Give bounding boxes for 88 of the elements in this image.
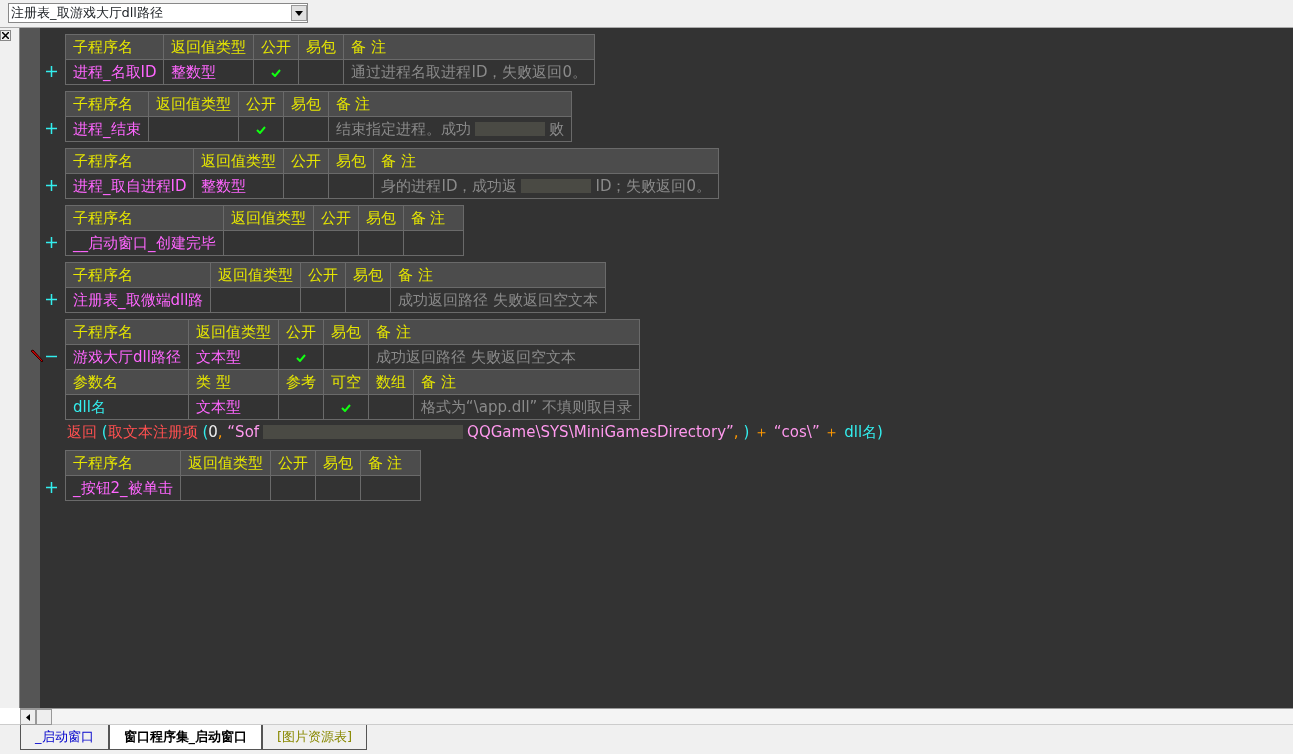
string-literal: QQGame\SYS\MiniGamesDirectory” [467,421,734,443]
column-header: 公开 [313,205,358,231]
operator: ＋ [753,421,771,443]
column-header: 备 注 [344,34,595,60]
subprogram-name: 注册表_取微端dll路 [65,287,211,313]
editor-tab[interactable]: 窗口程序集_启动窗口 [108,725,262,750]
remark-text: 通过进程名取进程ID，失败返回0。 [351,62,587,81]
column-header: 备 注 [328,91,571,117]
column-header: 子程序名 [65,319,189,345]
column-header: 公开 [238,91,283,117]
subprogram-name: __启动窗口_创建完毕 [65,230,223,256]
parameter-type: 文本型 [188,394,279,420]
column-header: 子程序名 [65,205,223,231]
remark-text: ID；失败返回0。 [595,176,711,195]
subprogram-name: 进程_取自进程ID [65,173,194,199]
close-icon[interactable] [0,30,11,41]
column-header: 公开 [254,34,299,60]
column-header: 备 注 [413,369,640,395]
column-header: 子程序名 [65,450,181,476]
remark-text: 成功返回路径 失败返回空文本 [375,347,576,366]
parenthesis: ) [877,421,883,443]
subprogram-name: _按钮2_被单击 [65,475,181,501]
scroll-thumb[interactable] [36,709,52,725]
remark-text: 结束指定进程。成功 [335,119,471,138]
column-header: 子程序名 [65,91,148,117]
column-header: 子程序名 [65,34,164,60]
column-header: 易包 [323,319,369,345]
subprogram-name: 进程_结束 [65,116,148,142]
parameter-name: dll名 [65,394,189,420]
keyword-text: 取文本注册项 [107,421,198,443]
column-header: 易包 [283,91,328,117]
expand-icon[interactable] [46,65,57,77]
column-header: 子程序名 [65,262,211,288]
return-type: 整数型 [164,59,254,85]
column-header: 公开 [284,148,329,174]
column-header: 子程序名 [65,148,194,174]
column-header: 公开 [300,262,346,288]
subprogram-dropdown[interactable]: 注册表_取游戏大厅dll路径 [8,3,308,23]
column-header: 易包 [345,262,391,288]
expand-icon[interactable] [46,236,57,248]
return-type: 整数型 [194,173,284,199]
column-header: 公开 [270,450,316,476]
return-type: 文本型 [188,344,279,370]
pencil-icon [30,349,44,363]
subprogram-name: 进程_名取ID [65,59,164,85]
column-header: 易包 [315,450,361,476]
column-header: 返回值类型 [164,34,254,60]
column-header: 备 注 [360,450,421,476]
column-header: 易包 [329,148,374,174]
variable-name: dll名 [844,421,878,443]
left-arrow-icon [26,713,30,721]
column-header: 返回值类型 [188,319,279,345]
editor-tab[interactable]: _启动窗口 [20,725,109,750]
remark-text: 格式为“\app.dll” 不填则取目录 [413,394,640,420]
column-header: 备 注 [403,205,463,231]
column-header: 返回值类型 [223,205,313,231]
remark-text: 成功返回路径 失败返回空文本 [398,290,599,309]
column-header: 返回值类型 [148,91,238,117]
parenthesis: ( [201,421,209,443]
subprogram-name: 游戏大厅dll路径 [65,344,189,370]
column-header: 公开 [278,319,324,345]
string-literal: “Sof [227,421,260,443]
scroll-left-button[interactable] [20,709,36,725]
remark-text: 败 [548,119,564,138]
operator: , [733,421,740,443]
column-header: 返回值类型 [210,262,301,288]
operator: , [217,421,224,443]
column-header: 参数名 [65,369,189,395]
remark-text: 身的进程ID，成功返 [381,176,518,195]
column-header: 备 注 [374,148,719,174]
keyword-text: 返回 [67,421,97,443]
column-header: 返回值类型 [194,148,284,174]
expand-icon[interactable] [46,481,57,493]
number-literal: 0 [208,421,218,443]
string-literal: “cos\” [773,421,820,443]
column-header: 备 注 [390,262,606,288]
editor-tab[interactable]: [图片资源表] [262,725,368,750]
column-header: 易包 [299,34,344,60]
expand-icon[interactable] [46,179,57,191]
parenthesis: ( [100,421,108,443]
column-header: 易包 [358,205,403,231]
expand-icon[interactable] [46,122,57,134]
column-header: 返回值类型 [180,450,271,476]
expand-icon[interactable] [46,293,57,305]
parenthesis: ) [743,421,750,443]
column-header: 类 型 [188,369,279,395]
column-header: 备 注 [368,319,640,345]
operator: ＋ [823,421,841,443]
